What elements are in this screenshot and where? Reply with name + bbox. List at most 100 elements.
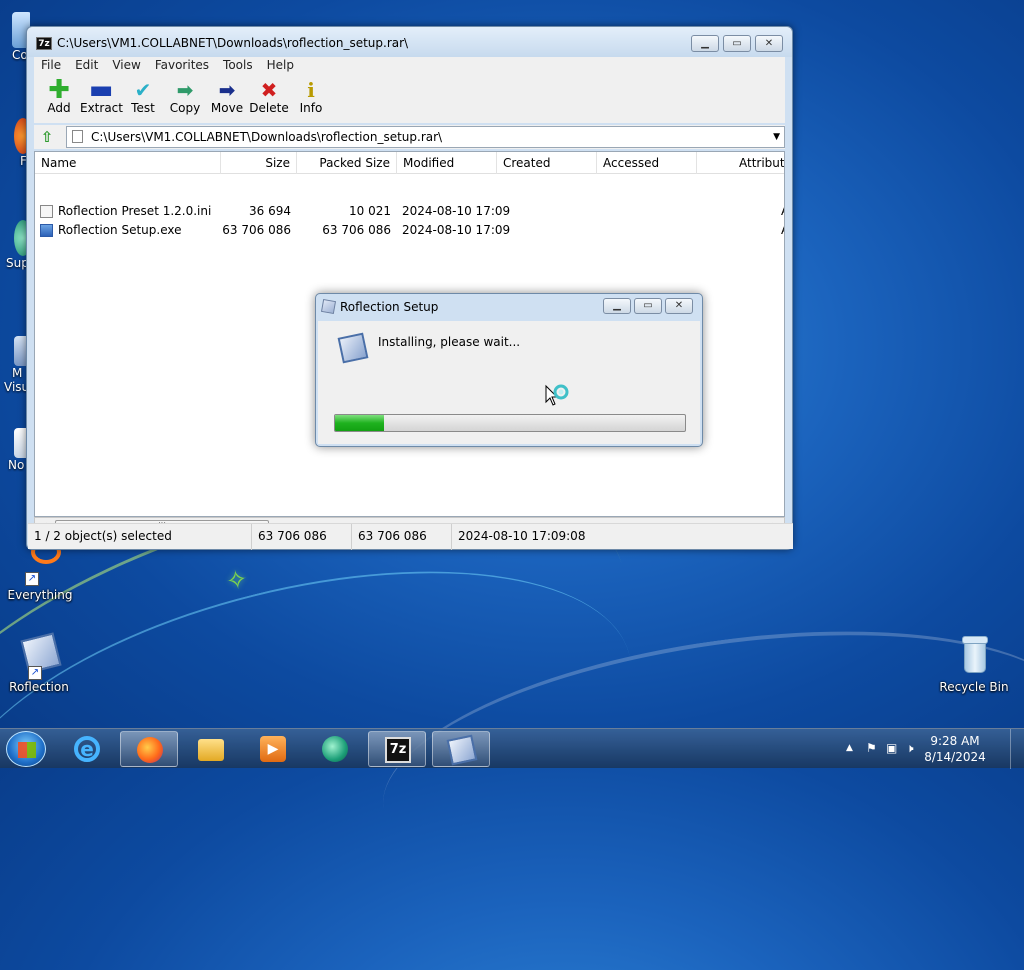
column-created[interactable]: Created — [497, 152, 597, 174]
extract-button[interactable]: ▬ Extract — [80, 75, 123, 123]
file-modified: 2024-08-10 17:09 — [402, 223, 511, 237]
setup-dialog[interactable]: Roflection Setup ▁ ▭ ✕ Installing, pleas… — [315, 293, 703, 447]
menu-edit[interactable]: Edit — [68, 57, 105, 75]
close-icon: ✕ — [674, 300, 684, 311]
info-button[interactable]: i Info — [290, 75, 332, 123]
dialog-title: Roflection Setup — [340, 300, 439, 314]
up-folder-button[interactable]: ⇧ — [38, 128, 56, 146]
table-row[interactable]: Roflection Setup.exe 63 706 086 63 706 0… — [35, 221, 784, 240]
delete-label: Delete — [249, 101, 289, 115]
roflection-icon — [446, 734, 478, 766]
chevron-down-icon[interactable]: ▼ — [773, 127, 780, 147]
desktop-icon-roflection[interactable]: ↗ Roflection — [1, 632, 77, 694]
desktop-icon-label: No — [8, 458, 25, 472]
minimize-button[interactable]: ▁ — [691, 35, 719, 52]
maximize-button[interactable]: ▭ — [723, 35, 751, 52]
windows-logo-icon — [18, 742, 36, 758]
copy-arrow-icon: ➡ — [176, 78, 194, 102]
delete-button[interactable]: ✖ Delete — [248, 75, 290, 123]
toolbar: ✚ Add ▬ Extract ✔ Test ➡ Copy ➡ Move ✖ D… — [34, 75, 785, 123]
column-modified[interactable]: Modified — [397, 152, 497, 174]
column-size[interactable]: Size — [221, 152, 297, 174]
taskbar-file-explorer[interactable] — [182, 731, 240, 767]
up-arrow-icon: ⇧ — [40, 128, 54, 146]
close-icon: ✕ — [764, 37, 774, 49]
maximize-icon: ▭ — [643, 300, 653, 311]
shortcut-arrow-icon: ↗ — [25, 572, 39, 586]
dialog-body: Installing, please wait... — [318, 321, 700, 444]
file-name: Roflection Setup.exe — [58, 223, 182, 237]
install-progress-bar — [334, 414, 686, 432]
column-attributes[interactable]: Attribute — [697, 152, 784, 174]
file-name: Roflection Preset 1.2.0.ini — [58, 204, 212, 218]
move-button[interactable]: ➡ Move — [206, 75, 248, 123]
close-button[interactable]: ✕ — [755, 35, 783, 52]
file-attributes: A — [781, 202, 784, 221]
ini-file-icon — [40, 205, 53, 218]
address-text: C:\Users\VM1.COLLABNET\Downloads\roflect… — [91, 130, 443, 144]
file-packed-size: 10 021 — [349, 204, 391, 218]
show-desktop-button[interactable] — [1010, 729, 1024, 769]
action-center-flag-icon[interactable]: ⚑ — [866, 741, 877, 755]
system-tray: ▲ ⚑ ▣ 🕨 9:28 AM 8/14/2024 — [834, 729, 1024, 769]
test-button[interactable]: ✔ Test — [122, 75, 164, 123]
move-label: Move — [210, 101, 244, 115]
minimize-icon: ▁ — [701, 37, 709, 49]
menu-view[interactable]: View — [105, 57, 147, 75]
document-icon — [72, 130, 83, 143]
move-arrow-icon: ➡ — [218, 78, 236, 102]
archive-window[interactable]: 7z C:\Users\VM1.COLLABNET\Downloads\rofl… — [26, 26, 793, 550]
desktop-icon-label: Recycle Bin — [939, 680, 1009, 694]
clock[interactable]: 9:28 AM 8/14/2024 — [920, 733, 990, 765]
dialog-minimize-button[interactable]: ▁ — [603, 298, 631, 314]
window-title: C:\Users\VM1.COLLABNET\Downloads\roflect… — [57, 36, 409, 50]
network-icon[interactable]: ▣ — [886, 741, 897, 755]
maximize-icon: ▭ — [732, 37, 742, 49]
sevenzip-icon: 7z — [385, 737, 411, 763]
status-bar: 1 / 2 object(s) selected 63 706 086 63 7… — [28, 523, 793, 550]
table-row[interactable]: Roflection Preset 1.2.0.ini 36 694 10 02… — [35, 202, 784, 221]
minus-icon: ▬ — [88, 75, 114, 105]
column-accessed[interactable]: Accessed — [597, 152, 697, 174]
menu-bar: File Edit View Favorites Tools Help — [34, 57, 785, 75]
menu-file[interactable]: File — [34, 57, 68, 75]
exe-file-icon — [40, 224, 53, 237]
status-packed-size: 63 706 086 — [352, 524, 452, 550]
roflection-icon — [337, 332, 369, 364]
taskbar-app-teal[interactable] — [306, 731, 364, 767]
status-selection: 1 / 2 object(s) selected — [28, 524, 252, 550]
taskbar-firefox[interactable] — [120, 731, 178, 767]
taskbar: e ▶ 7z ▲ ⚑ ▣ 🕨 9:28 AM 8/14/2024 — [0, 728, 1024, 769]
desktop-icon-label: Everything — [7, 588, 73, 602]
menu-help[interactable]: Help — [260, 57, 301, 75]
dialog-maximize-button[interactable]: ▭ — [634, 298, 662, 314]
desktop-icon-recycle-bin[interactable]: Recycle Bin — [936, 632, 1012, 694]
taskbar-internet-explorer[interactable]: e — [58, 731, 116, 767]
archive-titlebar[interactable]: 7z C:\Users\VM1.COLLABNET\Downloads\rofl… — [27, 27, 792, 57]
volume-muted-icon[interactable]: 🕨 — [906, 741, 914, 756]
file-attributes: A — [781, 221, 784, 240]
start-button[interactable] — [6, 731, 46, 767]
column-packed-size[interactable]: Packed Size — [297, 152, 397, 174]
taskbar-roflection[interactable] — [432, 731, 490, 767]
taskbar-7zip[interactable]: 7z — [368, 731, 426, 767]
show-hidden-icons[interactable]: ▲ — [846, 743, 853, 753]
busy-cursor-icon — [545, 384, 569, 406]
taskbar-media-player[interactable]: ▶ — [244, 731, 302, 767]
copy-button[interactable]: ➡ Copy — [164, 75, 206, 123]
checkmark-icon: ✔ — [134, 78, 152, 102]
add-button[interactable]: ✚ Add — [38, 75, 80, 123]
column-name[interactable]: Name — [35, 152, 221, 174]
desktop-icon-label: Roflection — [9, 680, 69, 694]
clock-time: 9:28 AM — [930, 734, 980, 748]
folder-icon — [198, 739, 224, 761]
extract-label: Extract — [80, 101, 123, 115]
address-field[interactable]: C:\Users\VM1.COLLABNET\Downloads\roflect… — [66, 126, 785, 148]
dialog-close-button[interactable]: ✕ — [665, 298, 693, 314]
menu-favorites[interactable]: Favorites — [148, 57, 216, 75]
menu-tools[interactable]: Tools — [216, 57, 260, 75]
file-list-header: Name Size Packed Size Modified Created A… — [35, 152, 784, 174]
firefox-icon — [137, 737, 163, 763]
shortcut-arrow-icon: ↗ — [28, 666, 42, 680]
file-modified: 2024-08-10 17:09 — [402, 204, 511, 218]
